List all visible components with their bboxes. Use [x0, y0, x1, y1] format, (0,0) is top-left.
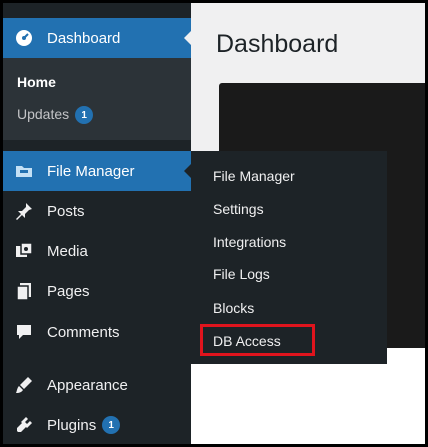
db-access-highlight	[200, 324, 315, 356]
submenu-home-label: Home	[17, 74, 56, 90]
plugins-count-badge: 1	[102, 416, 121, 434]
brush-icon	[13, 374, 35, 396]
flyout-item-settings[interactable]: Settings	[213, 201, 264, 217]
submenu-home[interactable]: Home	[17, 74, 56, 90]
flyout-item-file-logs[interactable]: File Logs	[213, 266, 270, 282]
submenu-updates-label: Updates	[17, 106, 70, 122]
comment-icon	[13, 321, 35, 343]
flyout-item-file-manager[interactable]: File Manager	[213, 168, 295, 184]
screenshot-frame: Dashboard Dashboard Home Updates1 File	[0, 0, 428, 447]
menu-item-file-manager[interactable]: File Manager	[3, 151, 191, 191]
menu-label: Pages	[47, 282, 90, 300]
admin-sidebar: Dashboard Home Updates 1 File Manager Pos…	[3, 3, 191, 444]
menu-label: Dashboard	[47, 29, 121, 47]
dashboard-submenu: Home Updates 1	[3, 58, 191, 140]
menu-item-appearance[interactable]: Appearance	[3, 365, 191, 405]
flyout-item-integrations[interactable]: Integrations	[213, 234, 286, 250]
menu-item-posts[interactable]: Posts	[3, 191, 191, 231]
menu-label: Plugins	[47, 416, 97, 434]
menu-label: File Manager	[47, 162, 135, 180]
plugin-icon	[13, 414, 35, 436]
menu-label: Posts	[47, 202, 85, 220]
flyout-item-blocks[interactable]: Blocks	[213, 300, 254, 316]
folder-icon	[13, 160, 35, 182]
submenu-updates[interactable]: Updates 1	[17, 106, 94, 125]
pin-icon	[13, 200, 35, 222]
pages-icon	[13, 280, 35, 302]
menu-item-media[interactable]: Media	[3, 231, 191, 271]
media-icon	[13, 240, 35, 262]
menu-item-dashboard[interactable]: Dashboard	[3, 18, 191, 58]
menu-label: Appearance	[47, 376, 128, 394]
menu-item-pages[interactable]: Pages	[3, 271, 191, 311]
page-title: Dashboard	[216, 30, 339, 58]
updates-count-badge: 1	[75, 106, 94, 125]
menu-label: Comments	[47, 323, 120, 341]
menu-label: Media	[47, 242, 88, 260]
menu-item-plugins[interactable]: Plugins 1	[3, 405, 191, 444]
dashboard-icon	[13, 27, 35, 49]
menu-item-comments[interactable]: Comments	[3, 312, 191, 352]
